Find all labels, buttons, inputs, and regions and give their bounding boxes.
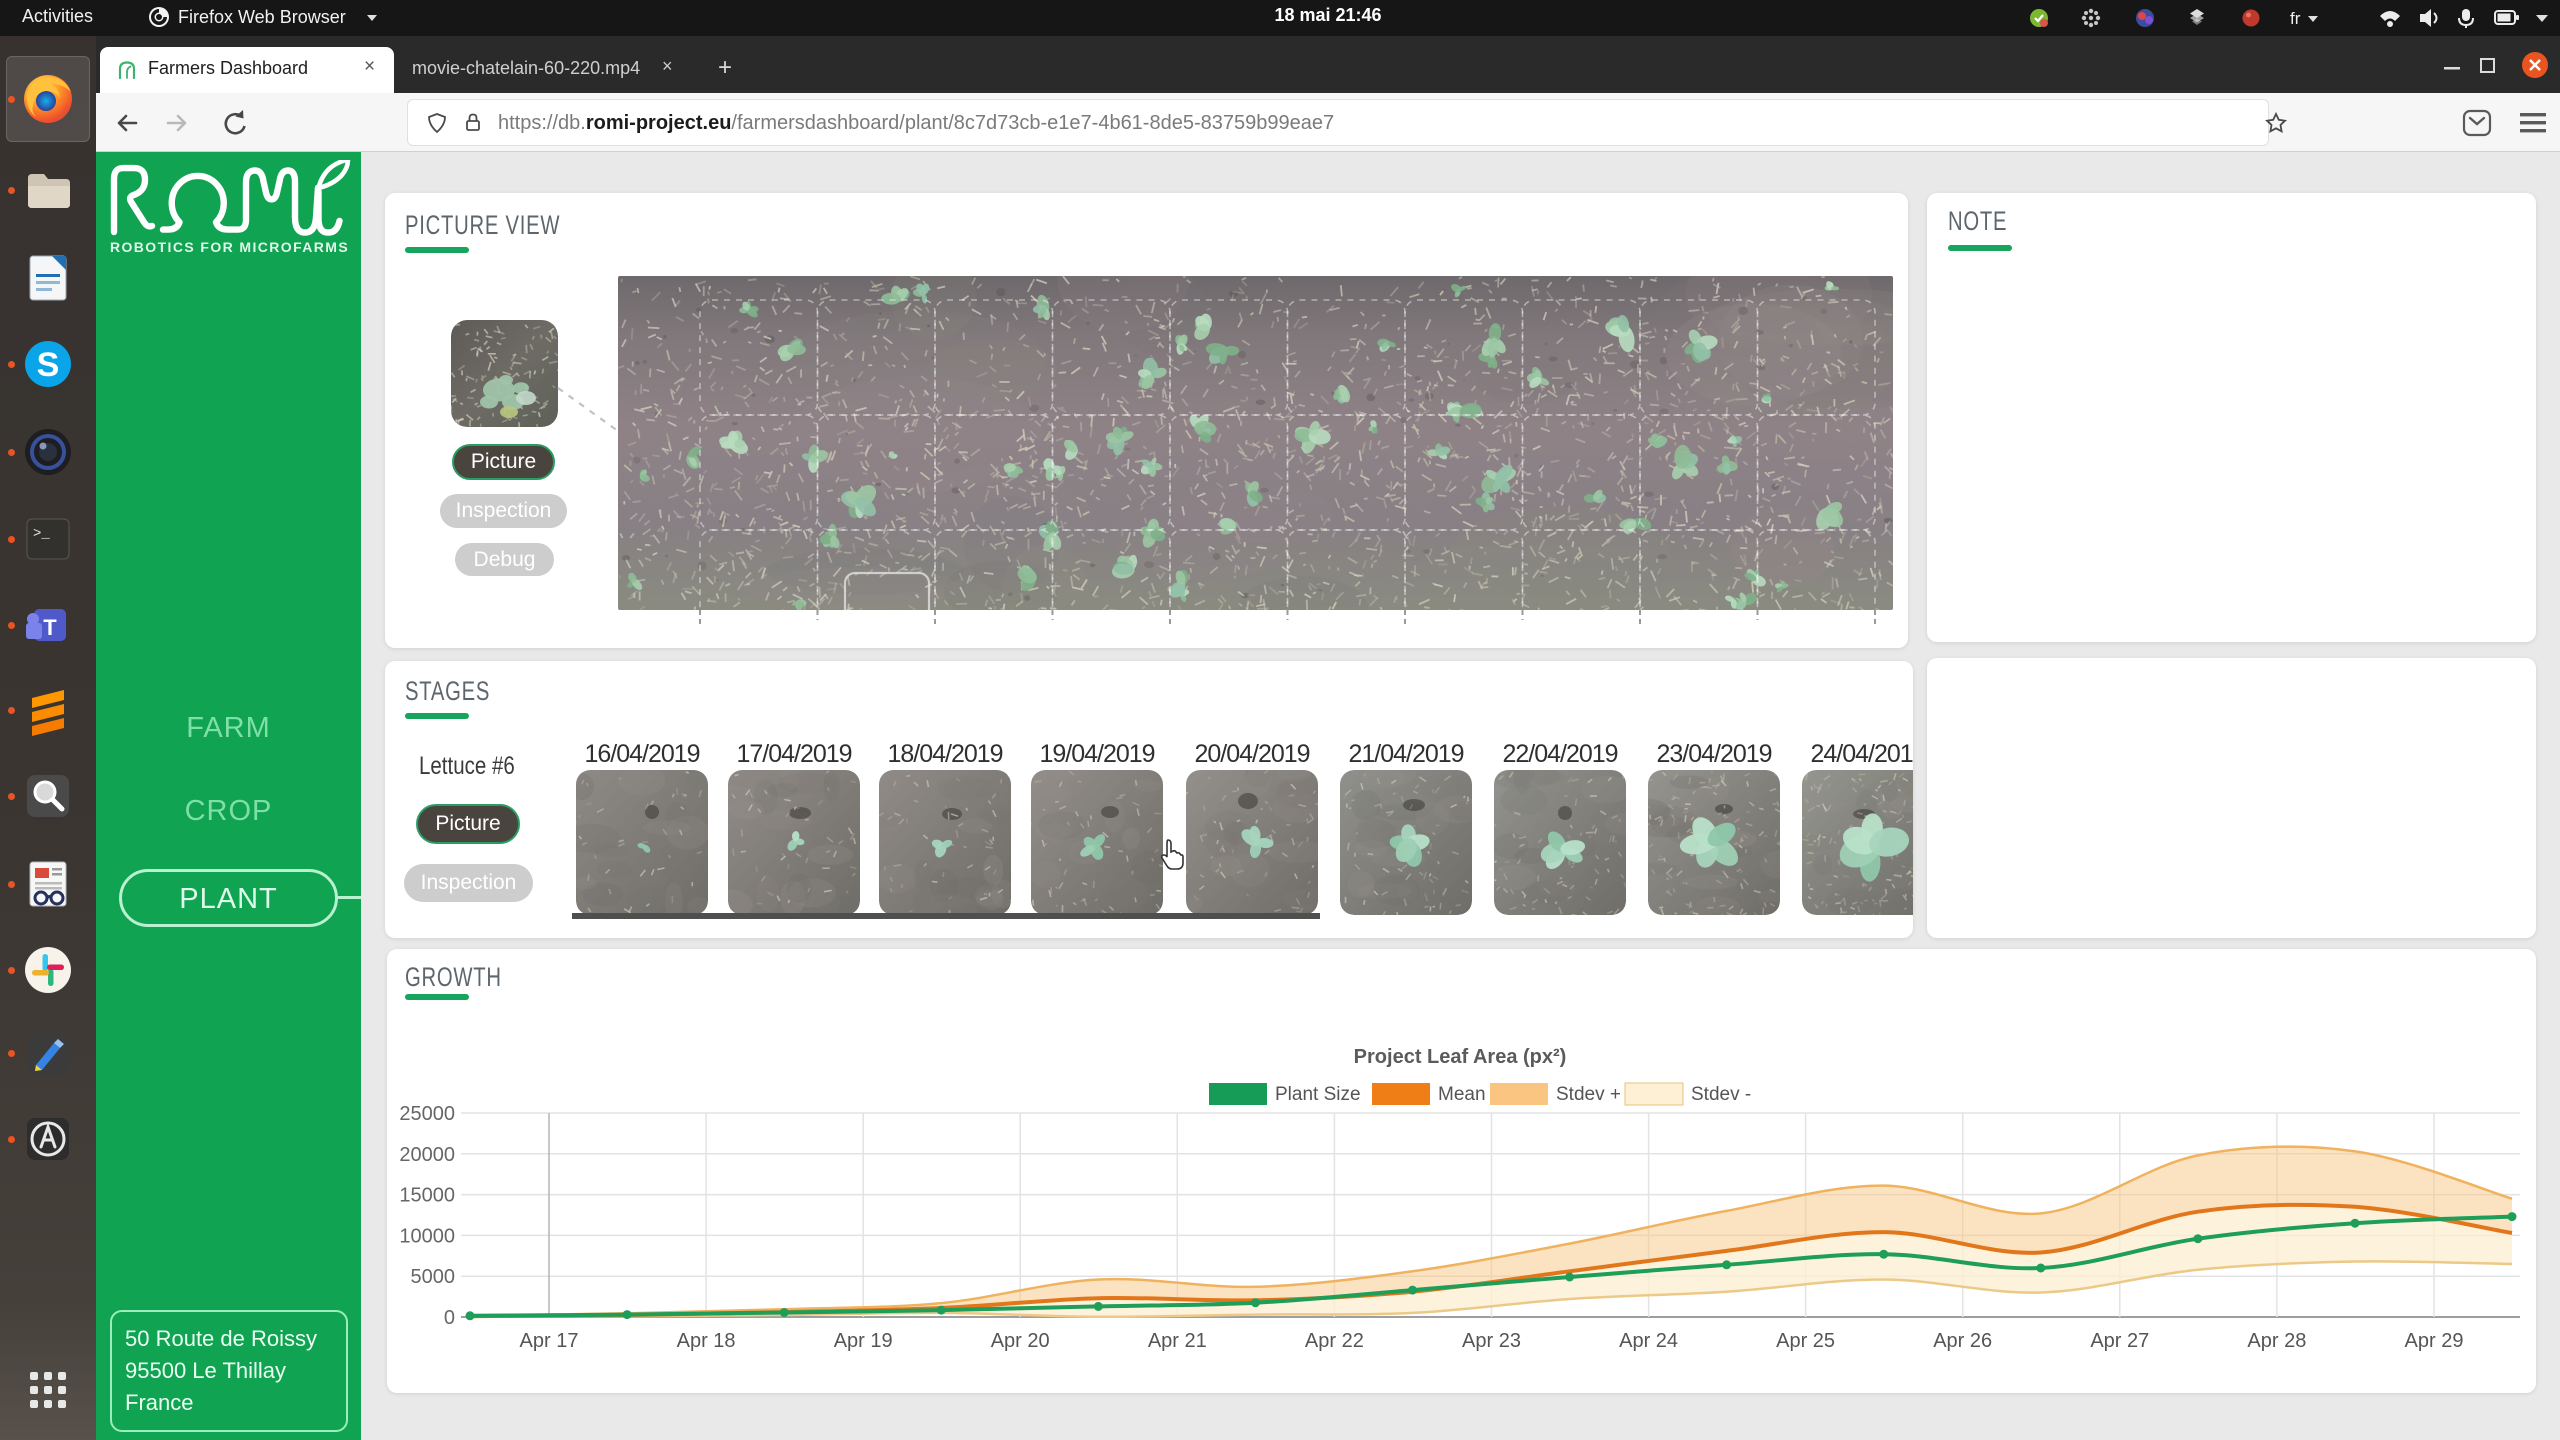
svg-text:Apr 27: Apr 27 — [2090, 1330, 2149, 1352]
svg-text:Plant Size: Plant Size — [1275, 1084, 1361, 1105]
svg-text:15000: 15000 — [399, 1185, 455, 1207]
svg-text:Apr 19: Apr 19 — [834, 1330, 893, 1352]
svg-text:Apr 18: Apr 18 — [677, 1330, 736, 1352]
svg-text:Apr 28: Apr 28 — [2247, 1330, 2306, 1352]
svg-text:Stdev -: Stdev - — [1691, 1084, 1751, 1105]
svg-text:25000: 25000 — [399, 1103, 455, 1125]
svg-text:5000: 5000 — [411, 1266, 456, 1288]
svg-text:>_: >_ — [33, 526, 50, 542]
svg-text:Apr 25: Apr 25 — [1776, 1330, 1835, 1352]
svg-text:fr: fr — [2290, 9, 2301, 28]
svg-text:10000: 10000 — [399, 1225, 455, 1247]
svg-text:S: S — [37, 346, 60, 384]
svg-text:T: T — [43, 615, 57, 640]
svg-text:Apr 29: Apr 29 — [2405, 1330, 2464, 1352]
svg-text:20000: 20000 — [399, 1144, 455, 1166]
svg-text:Apr 26: Apr 26 — [1933, 1330, 1992, 1352]
svg-text:Mean: Mean — [1438, 1084, 1486, 1105]
svg-text:Apr 23: Apr 23 — [1462, 1330, 1521, 1352]
svg-text:Apr 21: Apr 21 — [1148, 1330, 1207, 1352]
svg-text:0: 0 — [444, 1307, 455, 1329]
svg-text:Apr 20: Apr 20 — [991, 1330, 1050, 1352]
svg-text:Apr 22: Apr 22 — [1305, 1330, 1364, 1352]
svg-text:Project Leaf Area (px²): Project Leaf Area (px²) — [1354, 1046, 1567, 1068]
svg-text:Apr 17: Apr 17 — [520, 1330, 579, 1352]
svg-text:Stdev +: Stdev + — [1556, 1084, 1621, 1105]
svg-text:Apr 24: Apr 24 — [1619, 1330, 1678, 1352]
